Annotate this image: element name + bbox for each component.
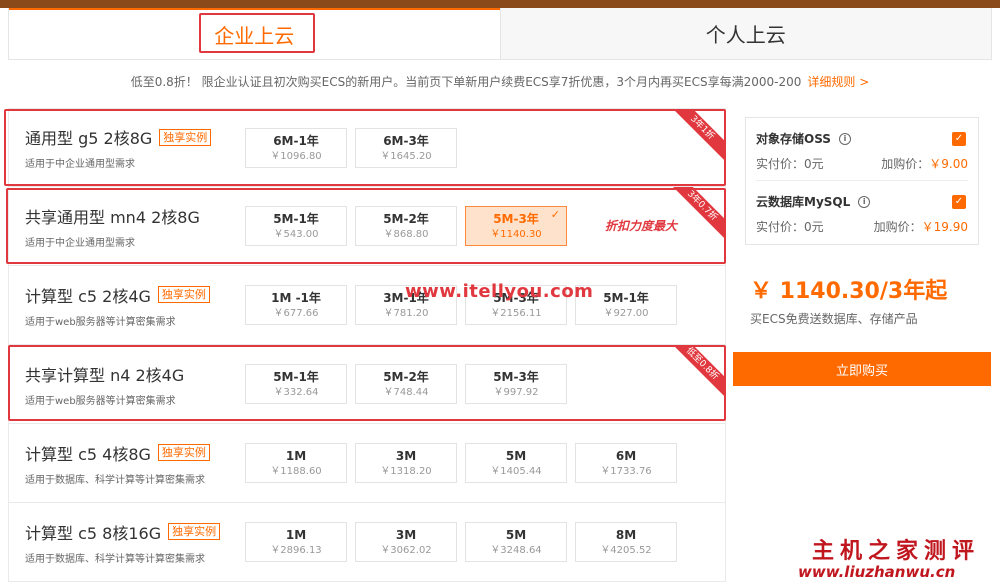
instance-info: 计算型 c5 4核8G 独享实例 适用于数据库、科学计算等计算密集需求 <box>9 441 245 486</box>
instance-title: 共享通用型 mn4 2核8G <box>25 207 200 227</box>
add-price: ￥19.90 <box>921 220 968 234</box>
instance-info: 通用型 g5 2核8G 独享实例 适用于中企业通用型需求 <box>9 125 245 170</box>
check-icon: ✓ <box>550 208 560 221</box>
tab-bar: 企业上云 个人上云 <box>8 8 992 60</box>
option-button[interactable]: 3M ￥3062.02 <box>355 522 457 562</box>
option-button[interactable]: 5M-2年 ￥748.44 <box>355 364 457 404</box>
page: 企业上云 个人上云 低至0.8折！ 限企业认证且初次购买ECS的新用户。当前页下… <box>0 0 1000 585</box>
buy-now-button[interactable]: 立即购买 <box>733 352 991 386</box>
instance-info: 计算型 c5 2核4G 独享实例 适用于web服务器等计算密集需求 <box>9 283 245 328</box>
dedicated-badge: 独享实例 <box>168 523 221 540</box>
dedicated-badge: 独享实例 <box>157 286 210 303</box>
addon-checkbox[interactable]: ✓ <box>952 132 966 146</box>
option-button[interactable]: 8M ￥4205.52 <box>575 522 677 562</box>
watermark: www.itellyou.com <box>405 281 594 302</box>
instance-desc: 适用于数据库、科学计算等计算密集需求 <box>25 553 205 565</box>
instance-info: 共享通用型 mn4 2核8G 适用于中企业通用型需求 <box>9 204 245 249</box>
option-button[interactable]: 5M ￥1405.44 <box>465 443 567 483</box>
instance-desc: 适用于数据库、科学计算等计算密集需求 <box>25 474 205 486</box>
option-button[interactable]: 1M ￥1188.60 <box>245 443 347 483</box>
instance-title: 通用型 g5 2核8G <box>25 129 153 148</box>
option-button[interactable]: 6M ￥1733.76 <box>575 443 677 483</box>
option-group: 5M-1年 ￥543.00 5M-2年 ￥868.80 ✓ 5M-3年 ￥1140.30 <box>245 206 567 246</box>
total-subtitle: 买ECS免费送数据库、存储产品 <box>750 312 918 326</box>
option-button[interactable]: 6M-3年 ￥1645.20 <box>355 127 457 168</box>
info-icon[interactable]: i <box>858 195 871 208</box>
instance-title: 计算型 c5 8核16G <box>25 523 162 543</box>
option-group: 1M ￥1188.60 3M ￥1318.20 5M ￥1405.44 6M ￥1733… <box>245 443 677 483</box>
instance-info: 计算型 c5 8核16G 独享实例 适用于数据库、科学计算等计算密集需求 <box>9 520 245 565</box>
addon-name: 对象存储OSS <box>756 132 831 146</box>
instance-list: 通用型 g5 2核8G 独享实例 适用于中企业通用型需求 6M-1年 ￥1096.8… <box>8 108 726 582</box>
option-button-selected[interactable]: ✓ 5M-3年 ￥1140.30 <box>465 206 567 246</box>
option-button[interactable]: 6M-1年 ￥1096.80 <box>245 127 347 168</box>
addon-mysql: 云数据库MySQL i ✓ 实付价：0元 加购价：￥19.90 <box>756 195 968 234</box>
tab-enterprise[interactable]: 企业上云 <box>9 8 500 59</box>
paid-price: 实付价：0元 <box>756 157 824 171</box>
option-button[interactable]: 3M ￥1318.20 <box>355 443 457 483</box>
dedicated-badge: 独享实例 <box>159 128 212 146</box>
addon-name: 云数据库MySQL <box>756 195 851 209</box>
notice-bar: 低至0.8折！ 限企业认证且初次购买ECS的新用户。当前页下单新用户续费ECS享… <box>0 72 1000 92</box>
addon-checkbox[interactable]: ✓ <box>952 195 966 209</box>
option-button[interactable]: 5M ￥3248.64 <box>465 522 567 562</box>
option-button[interactable]: 5M-1年 ￥332.64 <box>245 364 347 404</box>
instance-title: 计算型 c5 2核4G <box>25 286 151 306</box>
instance-desc: 适用于中企业通用型需求 <box>25 237 135 249</box>
addon-oss: 对象存储OSS i ✓ 实付价：0元 加购价：￥9.00 <box>756 118 968 181</box>
option-group: 6M-1年 ￥1096.80 6M-3年 ￥1645.20 <box>245 127 457 168</box>
brand-logo-text: 主机之家测评 <box>812 539 981 564</box>
option-button[interactable]: 5M-2年 ￥868.80 <box>355 206 457 246</box>
option-button[interactable]: 1M -1年 ￥677.66 <box>245 285 347 325</box>
promo-annotation: 折扣力度最大 <box>605 219 678 233</box>
instance-desc: 适用于web服务器等计算密集需求 <box>25 316 176 328</box>
paid-price: 实付价：0元 <box>756 220 824 234</box>
add-price: ￥9.00 <box>929 157 968 171</box>
instance-title: 共享计算型 n4 2核4G <box>25 365 185 385</box>
brand-url: www.liuzhanwu.cn <box>798 563 956 581</box>
tab-personal[interactable]: 个人上云 <box>499 8 991 59</box>
top-banner <box>0 0 1000 8</box>
discount-ribbon: 低至0.8折 <box>665 345 725 405</box>
notice-text: 低至0.8折！ 限企业认证且初次购买ECS的新用户。当前页下单新用户续费ECS享… <box>130 75 802 89</box>
instance-row-n4: 共享计算型 n4 2核4G 适用于web服务器等计算密集需求 5M-1年 ￥332… <box>8 345 726 424</box>
instance-row-c5-2c4g: 计算型 c5 2核4G 独享实例 适用于web服务器等计算密集需求 1M -1年 ￥… <box>8 266 726 345</box>
addon-panel: 对象存储OSS i ✓ 实付价：0元 加购价：￥9.00 云数据库MySQL i ✓ … <box>745 117 979 245</box>
instance-info: 共享计算型 n4 2核4G 适用于web服务器等计算密集需求 <box>9 362 245 407</box>
discount-ribbon: 3年1折 <box>665 109 725 169</box>
dedicated-badge: 独享实例 <box>157 444 210 461</box>
instance-row-c5-4c8g: 计算型 c5 4核8G 独享实例 适用于数据库、科学计算等计算密集需求 1M ￥11… <box>8 424 726 503</box>
info-icon[interactable]: i <box>838 132 851 145</box>
instance-row-c5-8c16g: 计算型 c5 8核16G 独享实例 适用于数据库、科学计算等计算密集需求 1M ￥2… <box>8 503 726 582</box>
option-button[interactable]: 5M-3年 ￥997.92 <box>465 364 567 404</box>
option-group: 5M-1年 ￥332.64 5M-2年 ￥748.44 5M-3年 ￥997.92 <box>245 364 567 404</box>
option-button[interactable]: 5M-1年 ￥543.00 <box>245 206 347 246</box>
total-price: ￥ 1140.30/3年起 <box>750 279 948 304</box>
rules-link[interactable]: 详细规则 > <box>807 75 869 89</box>
instance-title: 计算型 c5 4核8G <box>25 444 151 464</box>
instance-row-g5: 通用型 g5 2核8G 独享实例 适用于中企业通用型需求 6M-1年 ￥1096.8… <box>8 108 726 187</box>
instance-desc: 适用于web服务器等计算密集需求 <box>25 395 176 407</box>
instance-desc: 适用于中企业通用型需求 <box>25 159 135 170</box>
option-button[interactable]: 1M ￥2896.13 <box>245 522 347 562</box>
option-group: 1M ￥2896.13 3M ￥3062.02 5M ￥3248.64 8M ￥4205… <box>245 522 677 562</box>
